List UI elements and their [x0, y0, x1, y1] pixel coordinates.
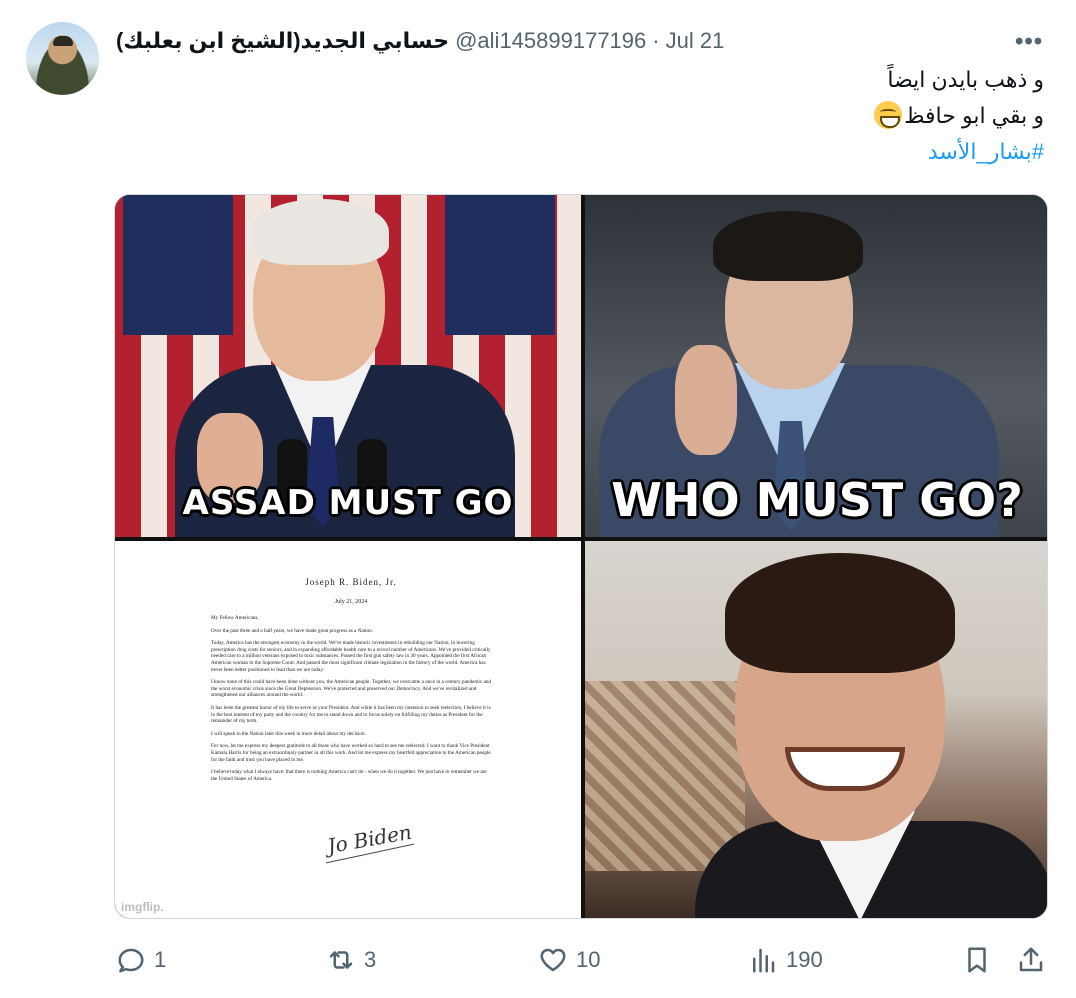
- user-handle[interactable]: @ali145899177196: [455, 28, 646, 54]
- reply-icon: [118, 948, 144, 973]
- letter-paragraph: For now, let me express my deepest grati…: [211, 743, 491, 763]
- tweet-date[interactable]: Jul 21: [666, 28, 725, 54]
- reply-count: 1: [154, 947, 167, 972]
- repost-count: 3: [364, 947, 377, 972]
- bookmark-button[interactable]: [962, 940, 992, 980]
- flag-canton: [123, 195, 233, 335]
- tweet-header: حسابي الجديد(الشيخ ابن بعلبك) @ali145899…: [116, 26, 724, 56]
- share-icon: [1019, 947, 1043, 972]
- meme-caption-assad-must-go: ASSAD MUST GO: [182, 483, 514, 523]
- letter-paragraph: I will speak to the Nation later this we…: [211, 730, 366, 737]
- separator-dot: ·: [652, 28, 660, 53]
- resignation-letter: Joseph R. Biden, Jr. July 21, 2024 My Fe…: [211, 577, 491, 788]
- tweet-text-line-1: و ذهب بايدن ايضاً: [887, 67, 1044, 92]
- wood-carving: [585, 681, 745, 871]
- tweet-text: و ذهب بايدن ايضاً و بقي ابو حافظ #بشار_ا…: [444, 62, 1044, 170]
- tweet: حسابي الجديد(الشيخ ابن بعلبك) @ali145899…: [0, 0, 1076, 998]
- heart-icon: [540, 948, 566, 972]
- letter-greeting: My Fellow Americans,: [211, 615, 259, 621]
- tweet-text-line-2-text: و بقي ابو حافظ: [904, 103, 1044, 128]
- flag-canton: [445, 195, 555, 335]
- tweet-text-line-2: و بقي ابو حافظ: [444, 98, 1044, 134]
- views-count: 190: [786, 947, 823, 972]
- bookmark-icon: [968, 947, 986, 973]
- letter-paragraph: Over the past three and a half years, we…: [211, 627, 374, 634]
- avatar[interactable]: [26, 22, 99, 95]
- more-options-icon[interactable]: •••: [1015, 28, 1043, 56]
- meme-caption-who-must-go: WHO MUST GO?: [611, 473, 1023, 527]
- repost-icon: [329, 951, 353, 969]
- imgflip-watermark: imgflip.: [121, 900, 164, 914]
- meme-panel-assad-laughing: [585, 541, 1047, 918]
- like-count: 10: [576, 947, 601, 972]
- meme-panel-letter: Joseph R. Biden, Jr. July 21, 2024 My Fe…: [115, 541, 581, 918]
- tweet-actions: 1 3 10 190: [0, 940, 1076, 980]
- meme-panel-biden: ASSAD MUST GO: [115, 195, 581, 537]
- letter-heading: Joseph R. Biden, Jr.: [305, 577, 397, 587]
- share-button[interactable]: [1016, 940, 1046, 980]
- hashtag-link[interactable]: #بشار_الأسد: [444, 134, 1044, 170]
- reply-button[interactable]: 1: [116, 940, 166, 980]
- meme-panel-assad-ear: WHO MUST GO?: [585, 195, 1047, 537]
- letter-paragraph: Today, America has the strongest economy…: [211, 640, 491, 673]
- letter-date: July 21, 2024: [334, 599, 368, 605]
- letter-paragraph: I know none of this could have been done…: [211, 679, 491, 699]
- like-button[interactable]: 10: [538, 940, 600, 980]
- repost-button[interactable]: 3: [326, 940, 376, 980]
- analytics-icon: [753, 948, 775, 973]
- letter-paragraph: It has been the greatest honor of my lif…: [211, 704, 491, 725]
- display-name[interactable]: حسابي الجديد(الشيخ ابن بعلبك): [116, 28, 449, 54]
- views-button[interactable]: 190: [748, 940, 823, 980]
- media-image[interactable]: ASSAD MUST GO WHO MUST GO? Joseph R. Bid…: [114, 194, 1048, 919]
- letter-paragraph: I believe today what I always have: that…: [211, 769, 487, 782]
- grinning-face-emoji-icon: [874, 101, 903, 129]
